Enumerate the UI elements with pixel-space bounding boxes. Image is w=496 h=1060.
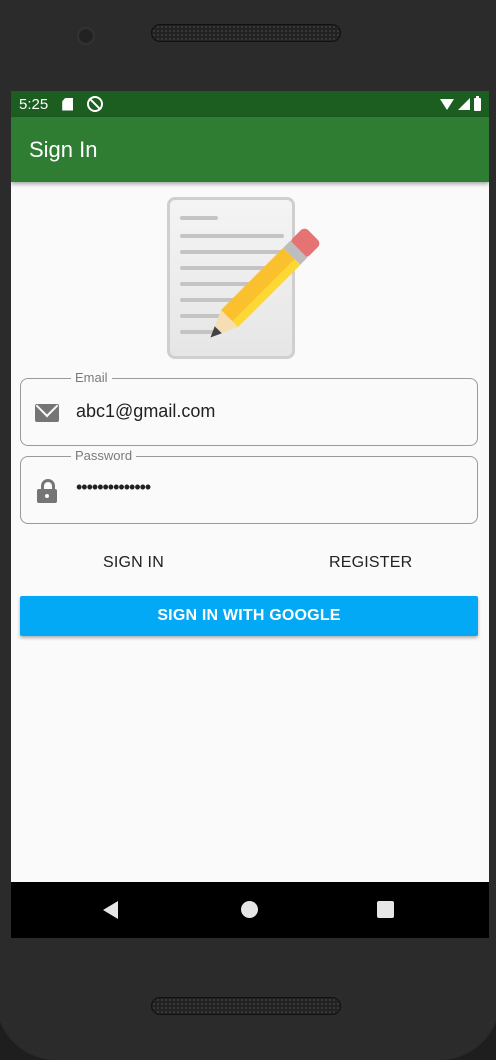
email-input[interactable]: abc1@gmail.com — [76, 401, 215, 422]
battery-icon — [474, 95, 481, 111]
password-label: Password — [71, 448, 137, 463]
register-button[interactable]: REGISTER — [321, 550, 420, 576]
home-icon[interactable] — [241, 901, 258, 918]
earpiece-speaker — [151, 24, 341, 42]
password-input[interactable]: •••••••••••••• — [76, 477, 151, 498]
mail-icon — [35, 401, 61, 425]
sign-in-button[interactable]: SIGN IN — [95, 550, 172, 576]
signal-icon — [458, 98, 470, 110]
back-icon[interactable] — [103, 901, 118, 919]
email-label: Email — [71, 370, 112, 385]
wifi-icon — [440, 98, 454, 110]
notepad-pencil-icon — [165, 195, 335, 365]
bottom-speaker — [151, 997, 341, 1015]
screen: 5:25 Sign In Email abc1@gmail.com Passwo… — [11, 91, 489, 938]
sync-disabled-icon — [87, 96, 104, 112]
front-camera — [77, 27, 95, 45]
lock-icon — [35, 479, 61, 503]
email-field[interactable]: Email abc1@gmail.com — [20, 370, 478, 446]
password-field[interactable]: Password •••••••••••••• — [20, 448, 478, 524]
sign-in-with-google-button[interactable]: SIGN IN WITH GOOGLE — [20, 596, 478, 636]
status-bar: 5:25 — [11, 91, 489, 117]
navigation-bar — [11, 882, 489, 938]
sd-card-icon — [62, 97, 74, 111]
pencil-icon — [210, 228, 320, 338]
recents-icon[interactable] — [377, 901, 394, 918]
status-time: 5:25 — [19, 95, 49, 113]
page-title: Sign In — [29, 136, 98, 162]
app-bar: Sign In — [11, 117, 489, 182]
